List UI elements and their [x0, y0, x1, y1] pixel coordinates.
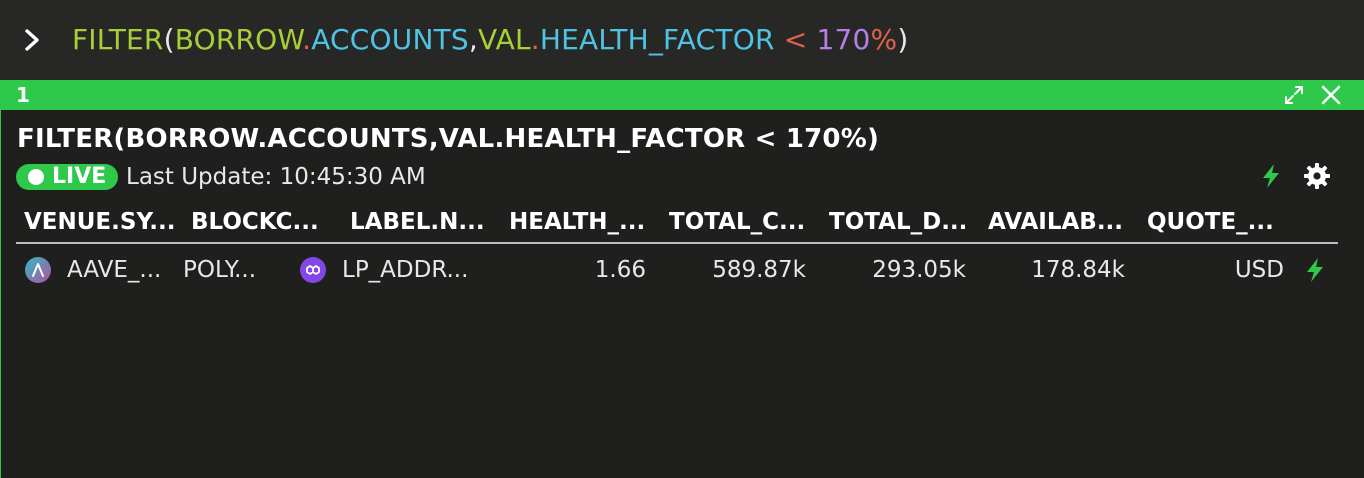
cmd-token-comma: ,	[468, 23, 479, 56]
close-icon[interactable]	[1320, 84, 1342, 106]
command-bar[interactable]: FILTER(BORROW.ACCOUNTS,VAL.HEALTH_FACTOR…	[0, 0, 1364, 78]
column-header-quote[interactable]: QUOTE_...	[1147, 208, 1274, 236]
panel-header[interactable]: 1	[1, 80, 1364, 110]
column-header-label[interactable]: LABEL.N...	[350, 208, 485, 236]
live-dot-icon	[28, 169, 44, 185]
panel-title: FILTER(BORROW.ACCOUNTS,VAL.HEALTH_FACTOR…	[17, 124, 880, 154]
column-header-total-collateral[interactable]: TOTAL_C...	[669, 208, 805, 236]
column-header-blockchain[interactable]: BLOCKC...	[191, 208, 319, 236]
cell-quote: USD	[1234, 257, 1284, 283]
gear-icon[interactable]	[1303, 162, 1331, 190]
header-divider	[16, 242, 1338, 244]
column-header-total-debt[interactable]: TOTAL_D...	[829, 208, 967, 236]
last-update-text: Last Update: 10:45:30 AM	[126, 164, 426, 190]
cmd-token-operator: <	[774, 23, 817, 56]
cell-label: LP_ADDR...	[342, 257, 469, 283]
cell-total-collateral: 589.87k	[712, 257, 806, 283]
cmd-token-property: HEALTH_FACTOR	[539, 23, 775, 56]
cmd-token-number: 170	[816, 23, 871, 56]
column-header-available[interactable]: AVAILAB...	[988, 208, 1123, 236]
column-header-venue[interactable]: VENUE.SY...	[24, 208, 176, 236]
command-input[interactable]: FILTER(BORROW.ACCOUNTS,VAL.HEALTH_FACTOR…	[72, 20, 908, 60]
polygon-logo-icon	[300, 257, 326, 283]
cell-available: 178.84k	[1031, 257, 1125, 283]
cmd-token-function: FILTER	[72, 23, 164, 56]
cell-health-factor: 1.66	[594, 257, 646, 283]
cell-blockchain: POLY...	[183, 257, 257, 283]
cmd-token-paren: (	[163, 23, 175, 56]
cmd-token-property: ACCOUNTS	[311, 23, 469, 56]
panel-index: 1	[16, 83, 30, 107]
result-panel: 1 FILTER(BORROW.ACCOUNTS,VAL.HEALTH_FACT…	[0, 80, 1364, 478]
lightning-icon[interactable]	[1257, 162, 1285, 190]
cell-venue: AAVE_...	[67, 257, 162, 283]
chevron-right-icon	[25, 29, 39, 51]
expand-icon[interactable]	[1283, 84, 1305, 106]
live-label: LIVE	[52, 164, 107, 189]
lightning-icon[interactable]	[1301, 256, 1329, 284]
column-header-health-factor[interactable]: HEALTH_...	[509, 208, 645, 236]
cmd-token-object: VAL	[478, 23, 531, 56]
cmd-token-dot: .	[530, 23, 540, 56]
cmd-token-percent: %	[870, 23, 898, 56]
cmd-token-object: BORROW	[174, 23, 303, 56]
cmd-token-paren: )	[897, 23, 909, 56]
cell-total-debt: 293.05k	[872, 257, 966, 283]
live-badge: LIVE	[16, 164, 118, 190]
aave-logo-icon	[25, 257, 51, 283]
cmd-token-dot: .	[302, 23, 312, 56]
